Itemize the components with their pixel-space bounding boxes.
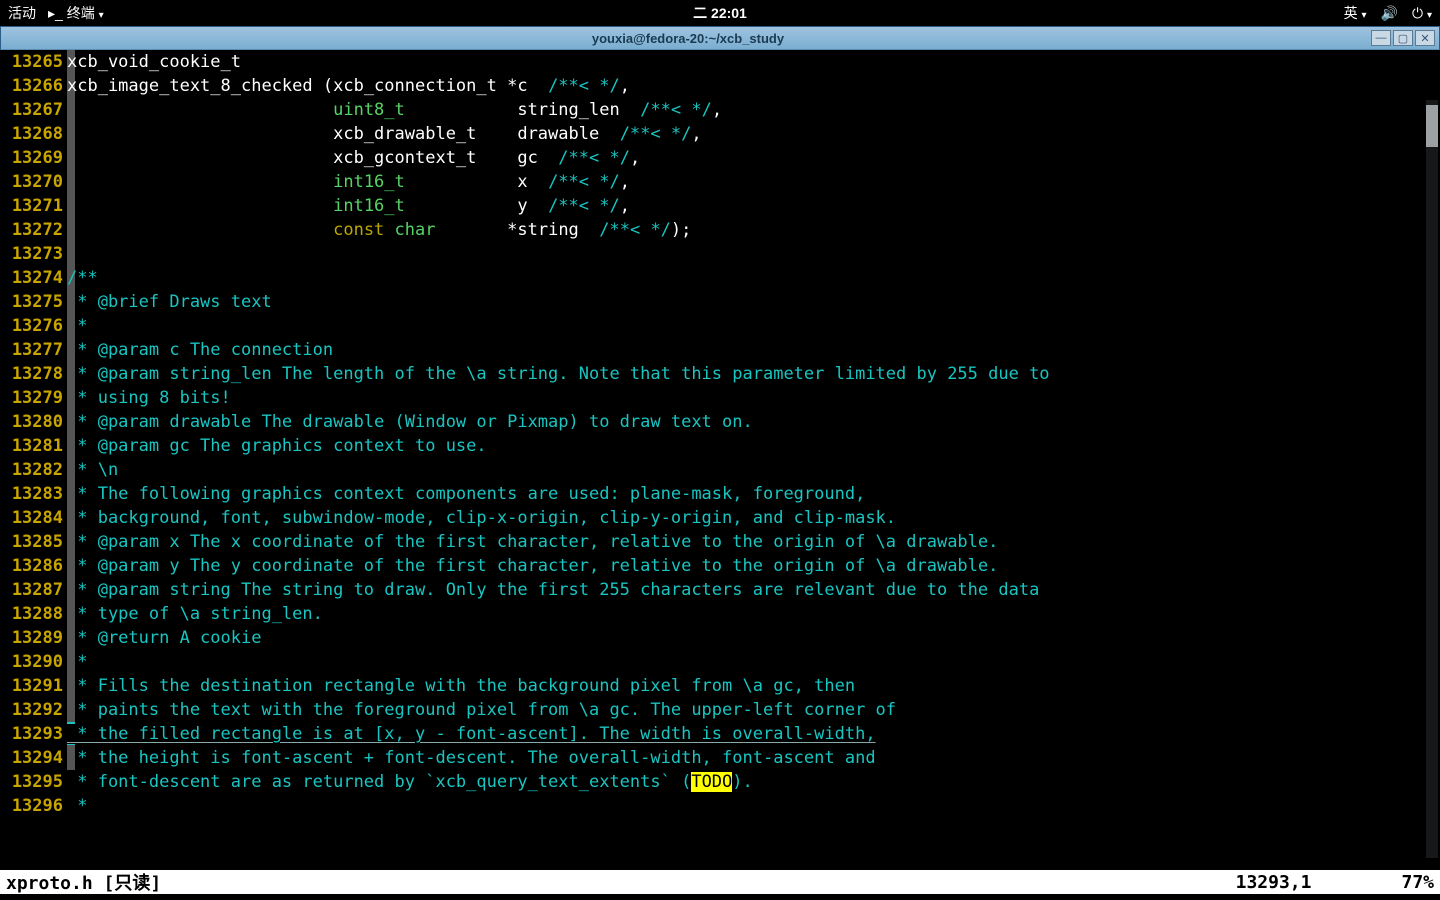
line-number: 13296 <box>0 794 63 818</box>
status-percent: 77% <box>1401 872 1434 893</box>
line-number: 13273 <box>0 242 63 266</box>
code-line: * @param c The connection <box>67 338 1440 362</box>
close-button[interactable]: ✕ <box>1415 30 1435 46</box>
line-number: 13280 <box>0 410 63 434</box>
line-number: 13282 <box>0 458 63 482</box>
line-number: 13276 <box>0 314 63 338</box>
code-line: xcb_gcontext_t gc /**< */, <box>67 146 1440 170</box>
line-number: 13285 <box>0 530 63 554</box>
line-number: 13287 <box>0 578 63 602</box>
code-line: * type of \a string_len. <box>67 602 1440 626</box>
line-number: 13266 <box>0 74 63 98</box>
app-menu[interactable]: ▸_ 终端 <box>48 3 104 23</box>
code-line: int16_t x /**< */, <box>67 170 1440 194</box>
code-line: const char *string /**< */); <box>67 218 1440 242</box>
code-line: * \n <box>67 458 1440 482</box>
vim-statusbar: xproto.h [只读] 13293,1 77% <box>0 870 1440 894</box>
line-number: 13289 <box>0 626 63 650</box>
line-number: 13278 <box>0 362 63 386</box>
line-number: 13291 <box>0 674 63 698</box>
code-line: * @param gc The graphics context to use. <box>67 434 1440 458</box>
terminal-icon: ▸_ <box>48 5 63 21</box>
line-number: 13267 <box>0 98 63 122</box>
desktop-topbar: 活动 ▸_ 终端 二 22:01 英 ▾ 🔊 ⏻ ▾ <box>0 0 1440 26</box>
code-line: * Fills the destination rectangle with t… <box>67 674 1440 698</box>
line-number: 13286 <box>0 554 63 578</box>
code-line: * background, font, subwindow-mode, clip… <box>67 506 1440 530</box>
status-filename: xproto.h [只读] <box>6 869 161 895</box>
line-number: 13272 <box>0 218 63 242</box>
line-number: 13293 <box>0 722 63 746</box>
code-area[interactable]: xcb_void_cookie_txcb_image_text_8_checke… <box>67 50 1440 870</box>
ime-indicator[interactable]: 英 ▾ <box>1344 3 1367 23</box>
code-line: uint8_t string_len /**< */, <box>67 98 1440 122</box>
line-number: 13274 <box>0 266 63 290</box>
line-number-gutter: 1326513266132671326813269132701327113272… <box>0 50 67 870</box>
todo-highlight: TODO <box>691 772 732 792</box>
line-number: 13290 <box>0 650 63 674</box>
maximize-button[interactable]: ▢ <box>1393 30 1413 46</box>
code-line: * @param string The string to draw. Only… <box>67 578 1440 602</box>
line-number: 13288 <box>0 602 63 626</box>
minimize-button[interactable]: — <box>1371 30 1391 46</box>
line-number: 13283 <box>0 482 63 506</box>
code-line: /** <box>67 266 1440 290</box>
code-line: * @param y The y coordinate of the first… <box>67 554 1440 578</box>
line-number: 13292 <box>0 698 63 722</box>
code-line: * font-descent are as returned by `xcb_q… <box>67 770 1440 794</box>
code-line: * <box>67 314 1440 338</box>
scrollbar-thumb[interactable] <box>1426 105 1438 147</box>
code-line: xcb_drawable_t drawable /**< */, <box>67 122 1440 146</box>
line-number: 13277 <box>0 338 63 362</box>
scrollbar-track[interactable] <box>1426 100 1438 858</box>
editor-viewport[interactable]: 1326513266132671326813269132701327113272… <box>0 50 1440 870</box>
power-icon[interactable]: ⏻ ▾ <box>1412 5 1432 22</box>
code-line: * <box>67 650 1440 674</box>
line-number: 13268 <box>0 122 63 146</box>
code-line: * @return A cookie <box>67 626 1440 650</box>
code-line: xcb_image_text_8_checked (xcb_connection… <box>67 74 1440 98</box>
code-line <box>67 242 1440 266</box>
line-number: 13269 <box>0 146 63 170</box>
code-line: * @param string_len The length of the \a… <box>67 362 1440 386</box>
status-cursor-pos: 13293,1 <box>1236 872 1312 893</box>
code-line: * @param x The x coordinate of the first… <box>67 530 1440 554</box>
code-line: * the filled rectangle is at [x, y - fon… <box>67 722 1440 746</box>
code-line: * the height is font-ascent + font-desce… <box>67 746 1440 770</box>
code-line: * <box>67 794 1440 818</box>
activities-button[interactable]: 活动 <box>8 3 36 23</box>
code-line: * @param drawable The drawable (Window o… <box>67 410 1440 434</box>
code-line: * using 8 bits! <box>67 386 1440 410</box>
line-number: 13279 <box>0 386 63 410</box>
window-title: youxia@fedora-20:~/xcb_study <box>5 31 1371 46</box>
code-line: * paints the text with the foreground pi… <box>67 698 1440 722</box>
code-line: int16_t y /**< */, <box>67 194 1440 218</box>
volume-icon[interactable]: 🔊 <box>1381 5 1398 22</box>
line-number: 13294 <box>0 746 63 770</box>
code-line: * @brief Draws text <box>67 290 1440 314</box>
code-line: * The following graphics context compone… <box>67 482 1440 506</box>
line-number: 13275 <box>0 290 63 314</box>
line-number: 13284 <box>0 506 63 530</box>
code-line: xcb_void_cookie_t <box>67 50 1440 74</box>
line-number: 13271 <box>0 194 63 218</box>
window-titlebar[interactable]: youxia@fedora-20:~/xcb_study — ▢ ✕ <box>0 26 1440 50</box>
clock[interactable]: 二 22:01 <box>693 3 747 23</box>
line-number: 13281 <box>0 434 63 458</box>
line-number: 13265 <box>0 50 63 74</box>
line-number: 13270 <box>0 170 63 194</box>
line-number: 13295 <box>0 770 63 794</box>
